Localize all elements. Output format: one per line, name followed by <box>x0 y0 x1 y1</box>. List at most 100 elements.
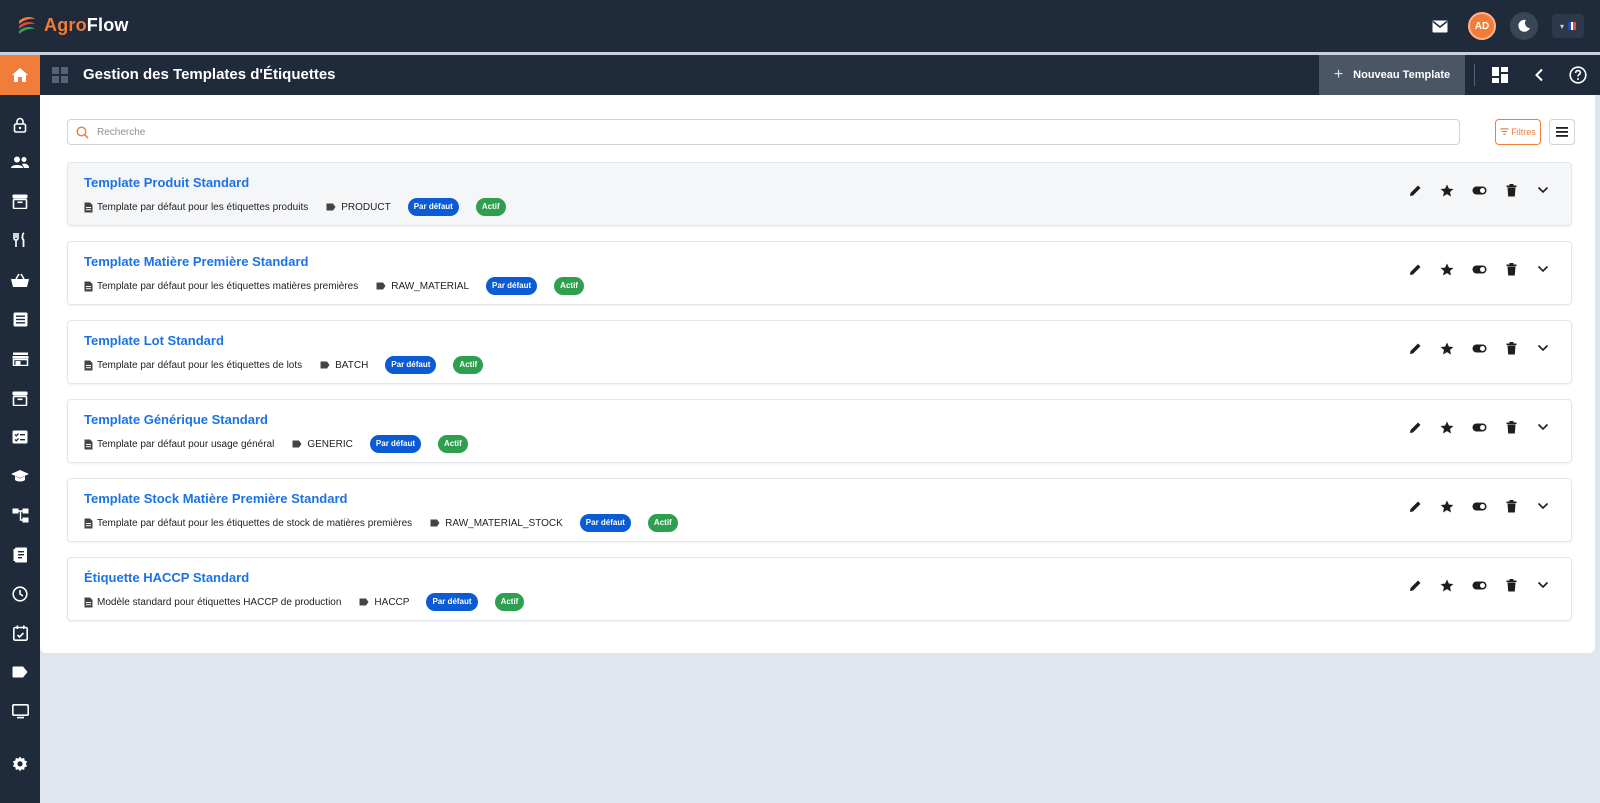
toggle-icon[interactable] <box>1469 417 1489 437</box>
delete-icon[interactable] <box>1501 338 1521 358</box>
sidebar-item-recipes[interactable] <box>0 224 40 256</box>
sidebar-item-storage[interactable] <box>0 382 40 414</box>
brand-name: AgroFlow <box>44 15 129 36</box>
chevron-left-icon[interactable] <box>1529 65 1549 85</box>
moon-icon <box>1518 19 1530 32</box>
star-icon[interactable] <box>1437 575 1457 595</box>
delete-icon[interactable] <box>1501 180 1521 200</box>
template-title[interactable]: Étiquette HACCP Standard <box>84 570 249 585</box>
template-card[interactable]: Template Matière Première Standard Templ… <box>67 241 1572 305</box>
graduation-cap-icon <box>11 470 29 482</box>
template-type: GENERIC <box>307 438 353 450</box>
card-actions <box>1405 180 1553 200</box>
default-badge: Par défaut <box>385 356 437 374</box>
default-badge: Par défaut <box>486 277 538 295</box>
template-title[interactable]: Template Générique Standard <box>84 412 268 427</box>
tag-icon <box>292 440 302 448</box>
edit-icon[interactable] <box>1405 575 1425 595</box>
default-badge: Par défaut <box>407 198 459 216</box>
sidebar-item-display[interactable] <box>0 695 40 727</box>
template-card[interactable]: Template Générique Standard Template par… <box>67 399 1572 463</box>
users-icon <box>11 156 29 168</box>
sidebar-item-home[interactable] <box>0 55 40 95</box>
toggle-icon[interactable] <box>1469 496 1489 516</box>
search-input[interactable] <box>97 126 1459 138</box>
plus-icon: + <box>1333 66 1344 83</box>
sidebar-item-labels[interactable] <box>0 656 40 688</box>
chevron-down-icon[interactable] <box>1533 575 1553 595</box>
template-card[interactable]: Étiquette HACCP Standard Modèle standard… <box>67 557 1572 621</box>
mail-icon[interactable] <box>1426 12 1454 40</box>
sidebar-item-planning[interactable] <box>0 617 40 649</box>
language-selector[interactable]: ▾ <box>1552 14 1584 38</box>
chevron-down-icon[interactable] <box>1533 259 1553 279</box>
layout-toggle-icon[interactable] <box>1490 65 1510 85</box>
template-card[interactable]: Template Produit Standard Template par d… <box>67 162 1572 226</box>
edit-icon[interactable] <box>1405 496 1425 516</box>
search-icon <box>76 125 89 139</box>
template-title[interactable]: Template Lot Standard <box>84 333 224 348</box>
sidebar-item-orders[interactable] <box>0 264 40 296</box>
template-title[interactable]: Template Stock Matière Première Standard <box>84 491 347 506</box>
template-title[interactable]: Template Produit Standard <box>84 175 249 190</box>
edit-icon[interactable] <box>1405 180 1425 200</box>
sidebar-item-checklists[interactable] <box>0 421 40 453</box>
delete-icon[interactable] <box>1501 259 1521 279</box>
store-icon <box>12 352 28 366</box>
sidebar-item-hierarchy[interactable] <box>0 499 40 531</box>
document-icon <box>84 439 93 450</box>
status-badge: Actif <box>494 593 525 611</box>
template-type: HACCP <box>374 596 410 608</box>
sidebar-item-documents[interactable] <box>0 539 40 571</box>
dark-mode-toggle[interactable] <box>1510 12 1538 40</box>
toggle-icon[interactable] <box>1469 338 1489 358</box>
chevron-down-icon[interactable] <box>1533 180 1553 200</box>
user-avatar[interactable]: AD <box>1468 12 1496 40</box>
template-meta: Template par défaut pour usage général G… <box>84 435 468 453</box>
sidebar-item-settings[interactable] <box>0 748 40 780</box>
star-icon[interactable] <box>1437 496 1457 516</box>
edit-icon[interactable] <box>1405 259 1425 279</box>
edit-icon[interactable] <box>1405 338 1425 358</box>
sidebar-item-users[interactable] <box>0 146 40 178</box>
top-right-actions: AD ▾ <box>1426 12 1584 40</box>
star-icon[interactable] <box>1437 417 1457 437</box>
sidebar-item-history[interactable] <box>0 578 40 610</box>
list-menu-button[interactable] <box>1549 119 1575 145</box>
clock-icon <box>12 586 28 602</box>
delete-icon[interactable] <box>1501 417 1521 437</box>
template-meta: Template par défaut pour les étiquettes … <box>84 514 678 532</box>
template-title[interactable]: Template Matière Première Standard <box>84 254 308 269</box>
template-card[interactable]: Template Lot Standard Template par défau… <box>67 320 1572 384</box>
new-template-button[interactable]: + Nouveau Template <box>1319 55 1465 95</box>
delete-icon[interactable] <box>1501 575 1521 595</box>
calendar-check-icon <box>12 625 28 641</box>
brand[interactable]: AgroFlow <box>16 14 129 36</box>
card-actions <box>1405 417 1553 437</box>
document-icon <box>84 518 93 529</box>
filters-button[interactable]: Filtres <box>1495 119 1541 145</box>
star-icon[interactable] <box>1437 180 1457 200</box>
toggle-icon[interactable] <box>1469 575 1489 595</box>
chevron-down-icon[interactable] <box>1533 496 1553 516</box>
archive-icon <box>12 194 28 209</box>
star-icon[interactable] <box>1437 259 1457 279</box>
template-description: Template par défaut pour les étiquettes … <box>97 359 303 371</box>
sidebar-item-security[interactable] <box>0 109 40 141</box>
chevron-down-icon[interactable] <box>1533 338 1553 358</box>
delete-icon[interactable] <box>1501 496 1521 516</box>
document-icon <box>84 281 93 292</box>
sidebar-item-training[interactable] <box>0 460 40 492</box>
sidebar-item-inventory[interactable] <box>0 185 40 217</box>
star-icon[interactable] <box>1437 338 1457 358</box>
template-card[interactable]: Template Stock Matière Première Standard… <box>67 478 1572 542</box>
sidebar-item-store[interactable] <box>0 343 40 375</box>
help-icon[interactable] <box>1568 65 1588 85</box>
chevron-down-icon[interactable] <box>1533 417 1553 437</box>
edit-icon[interactable] <box>1405 417 1425 437</box>
default-badge: Par défaut <box>426 593 478 611</box>
dashboard-grid-icon[interactable] <box>52 67 68 88</box>
toggle-icon[interactable] <box>1469 259 1489 279</box>
toggle-icon[interactable] <box>1469 180 1489 200</box>
sidebar-item-lists[interactable] <box>0 303 40 335</box>
